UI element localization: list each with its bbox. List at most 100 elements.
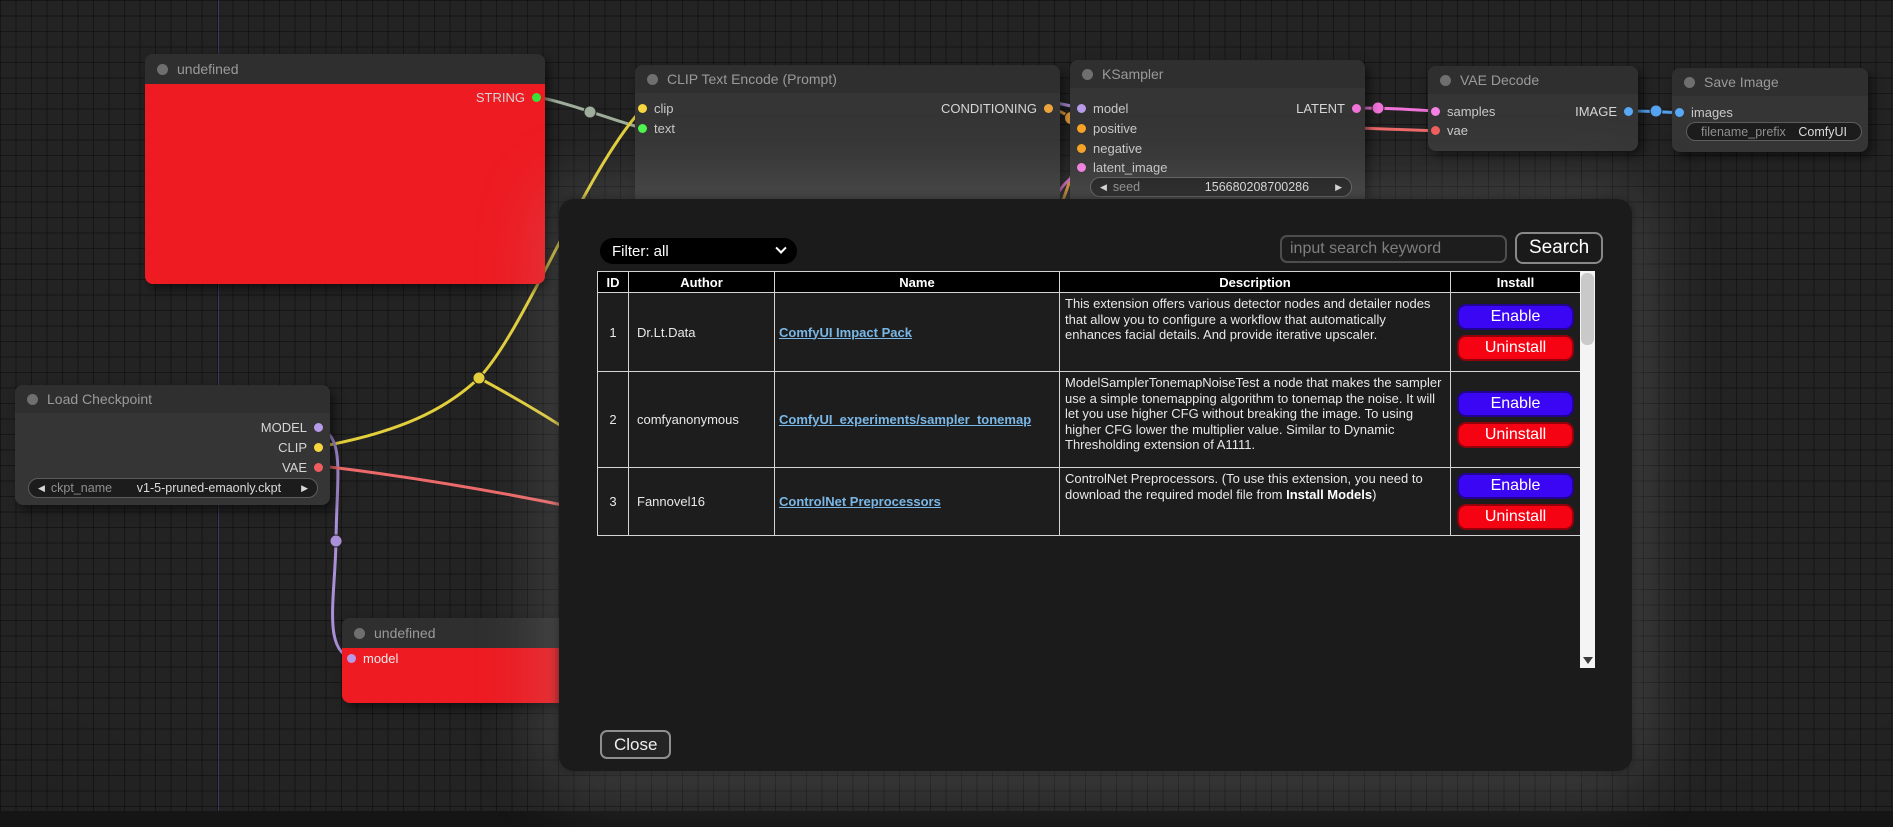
output-socket-conditioning[interactable]	[1044, 104, 1053, 113]
table-scrollbar[interactable]	[1580, 271, 1595, 668]
cell-author: comfyanonymous	[629, 372, 775, 468]
missing-node-body	[145, 84, 545, 284]
node-undefined-bottom[interactable]: undefined model	[342, 618, 582, 703]
cell-install: Enable Uninstall	[1451, 293, 1581, 372]
uninstall-button[interactable]: Uninstall	[1457, 335, 1574, 361]
table-row: 2 comfyanonymous ComfyUI_experiments/sam…	[598, 372, 1581, 468]
widget-value: v1-5-pruned-emaonly.ckpt	[137, 481, 281, 495]
output-socket-vae[interactable]	[314, 463, 323, 472]
extension-table: ID Author Name Description Install 1 Dr.…	[597, 271, 1580, 536]
node-title-bar: CLIP Text Encode (Prompt)	[635, 65, 1060, 93]
input-socket-images[interactable]	[1675, 108, 1684, 117]
cell-description: ModelSamplerTonemapNoiseTest a node that…	[1060, 372, 1451, 468]
input-socket-negative[interactable]	[1077, 144, 1086, 153]
node-load-checkpoint[interactable]: Load Checkpoint MODEL CLIP VAE ◀ ckpt_na…	[15, 385, 330, 505]
enable-button[interactable]: Enable	[1457, 304, 1574, 330]
output-socket-image[interactable]	[1624, 107, 1633, 116]
node-title: KSampler	[1102, 66, 1163, 82]
enable-button[interactable]: Enable	[1457, 473, 1574, 499]
input-socket-latent-image[interactable]	[1077, 163, 1086, 172]
node-title-bar: Save Image	[1672, 68, 1868, 96]
widget-label: ckpt_name	[51, 481, 112, 495]
output-socket-model[interactable]	[314, 423, 323, 432]
table-header-row: ID Author Name Description Install	[598, 272, 1581, 293]
node-title-bar: KSampler	[1070, 60, 1365, 88]
table-row: 3 Fannovel16 ControlNet Preprocessors Co…	[598, 468, 1581, 536]
output-label: LATENT	[1296, 101, 1345, 116]
header-description: Description	[1060, 272, 1451, 293]
filename-prefix-widget[interactable]: filename_prefix ComfyUI	[1686, 122, 1862, 141]
search-input[interactable]	[1280, 235, 1507, 263]
input-label: negative	[1093, 141, 1142, 156]
enable-button[interactable]: Enable	[1457, 391, 1574, 417]
node-title-bar: undefined	[342, 618, 582, 648]
uninstall-button[interactable]: Uninstall	[1457, 422, 1574, 448]
scrollbar-thumb[interactable]	[1581, 273, 1594, 345]
extension-link[interactable]: ControlNet Preprocessors	[779, 494, 941, 509]
node-collapse-icon[interactable]	[27, 394, 38, 405]
increment-icon[interactable]: ▶	[301, 484, 308, 493]
uninstall-button[interactable]: Uninstall	[1457, 504, 1574, 530]
filter-select[interactable]: Filter: all	[600, 238, 797, 264]
header-id: ID	[598, 272, 629, 293]
widget-label: seed	[1113, 180, 1140, 194]
cell-id: 1	[598, 293, 629, 372]
increment-icon[interactable]: ▶	[1335, 183, 1342, 192]
node-title: Load Checkpoint	[47, 391, 152, 407]
node-vae-decode[interactable]: VAE Decode samples vae IMAGE	[1428, 66, 1638, 151]
node-title-bar: VAE Decode	[1428, 66, 1638, 94]
chevron-down-icon	[775, 243, 786, 254]
input-label: samples	[1447, 104, 1495, 119]
node-title: Save Image	[1704, 74, 1779, 90]
input-label: model	[363, 651, 398, 666]
seed-widget[interactable]: ◀ seed 156680208700286 ▶	[1090, 177, 1352, 197]
widget-value: ComfyUI	[1798, 125, 1847, 139]
extension-link[interactable]: ComfyUI Impact Pack	[779, 325, 912, 340]
input-socket-model[interactable]	[1077, 104, 1086, 113]
decrement-icon[interactable]: ◀	[1100, 183, 1107, 192]
extension-link[interactable]: ComfyUI_experiments/sampler_tonemap	[779, 412, 1031, 427]
header-name: Name	[775, 272, 1060, 293]
node-collapse-icon[interactable]	[354, 628, 365, 639]
node-collapse-icon[interactable]	[1440, 75, 1451, 86]
node-collapse-icon[interactable]	[647, 74, 658, 85]
output-label: CLIP	[278, 440, 307, 455]
input-label: latent_image	[1093, 160, 1167, 175]
table-row: 1 Dr.Lt.Data ComfyUI Impact Pack This ex…	[598, 293, 1581, 372]
input-socket-samples[interactable]	[1431, 107, 1440, 116]
node-save-image[interactable]: Save Image images filename_prefix ComfyU…	[1672, 68, 1868, 152]
node-clip-text-encode[interactable]: CLIP Text Encode (Prompt) clip text COND…	[635, 65, 1060, 205]
input-socket-clip[interactable]	[638, 104, 647, 113]
output-socket-latent[interactable]	[1352, 104, 1361, 113]
input-label: images	[1691, 105, 1733, 120]
node-undefined-top[interactable]: undefined STRING	[145, 54, 545, 284]
input-socket-model[interactable]	[347, 654, 356, 663]
close-button[interactable]: Close	[600, 730, 671, 759]
input-socket-text[interactable]	[638, 124, 647, 133]
input-label: model	[1093, 101, 1128, 116]
cell-author: Fannovel16	[629, 468, 775, 536]
decrement-icon[interactable]: ◀	[38, 484, 45, 493]
header-install: Install	[1451, 272, 1581, 293]
manager-dialog: Filter: all Search ID Author Name Descri…	[559, 199, 1632, 771]
cell-description: ControlNet Preprocessors. (To use this e…	[1060, 468, 1451, 536]
node-collapse-icon[interactable]	[1082, 69, 1093, 80]
input-label: clip	[654, 101, 674, 116]
node-collapse-icon[interactable]	[157, 64, 168, 75]
cell-id: 3	[598, 468, 629, 536]
input-socket-positive[interactable]	[1077, 124, 1086, 133]
filter-select-value: Filter: all	[612, 243, 669, 260]
node-collapse-icon[interactable]	[1684, 77, 1695, 88]
cell-author: Dr.Lt.Data	[629, 293, 775, 372]
node-graph-canvas[interactable]: undefined STRING CLIP Text Encode (Promp…	[0, 0, 1893, 827]
input-socket-vae[interactable]	[1431, 126, 1440, 135]
search-button[interactable]: Search	[1515, 232, 1603, 264]
widget-value: 156680208700286	[1205, 180, 1309, 194]
output-socket-string[interactable]	[532, 93, 541, 102]
scroll-down-button[interactable]	[1580, 653, 1595, 667]
output-socket-clip[interactable]	[314, 443, 323, 452]
node-ksampler[interactable]: KSampler model positive negative latent_…	[1070, 60, 1365, 207]
input-label: positive	[1093, 121, 1137, 136]
ckpt-name-widget[interactable]: ◀ ckpt_name v1-5-pruned-emaonly.ckpt ▶	[28, 478, 318, 498]
input-label: text	[654, 121, 675, 136]
